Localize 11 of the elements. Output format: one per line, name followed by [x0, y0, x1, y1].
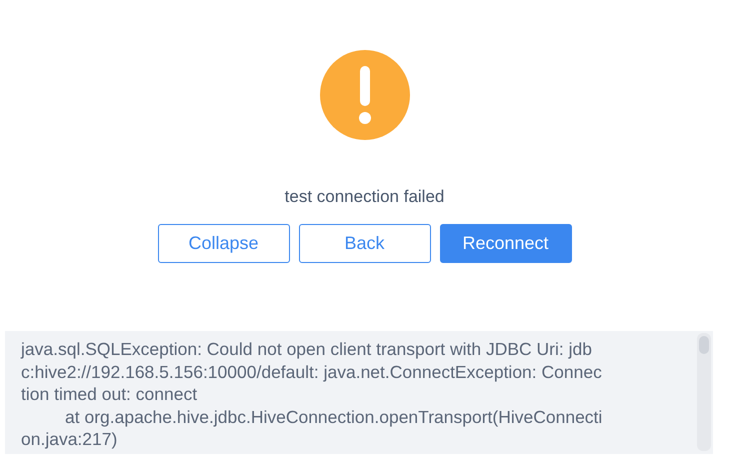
log-line: at org.apache.hive.jdbc.HiveConnection.openTransport(HiveConnecti	[64, 406, 604, 428]
back-button[interactable]: Back	[298, 224, 430, 263]
log-line: tion timed out: connect	[21, 383, 198, 406]
status-message: test connection failed	[284, 186, 444, 208]
scrollbar[interactable]	[697, 333, 711, 451]
log-line: c:hive2://192.168.5.156:10000/default: java.net.ConnectException: Connec	[21, 360, 603, 384]
log-line: java.sql.SQLException: Could not open client transport with JDBC Uri: jdb	[21, 338, 593, 361]
warning-icon	[320, 50, 410, 140]
log-line: on.java:217)	[21, 428, 118, 451]
reconnect-button[interactable]: Reconnect	[440, 224, 572, 263]
collapse-button[interactable]: Collapse	[158, 224, 290, 263]
